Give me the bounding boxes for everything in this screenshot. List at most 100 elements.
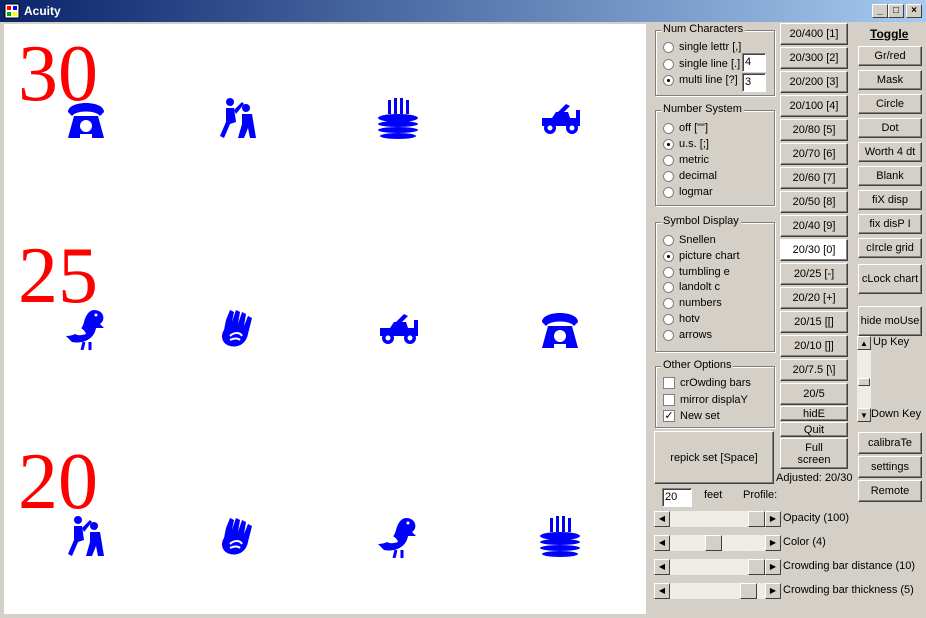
checkbox-2[interactable]: ✓ bbox=[663, 410, 675, 422]
toggle-button-6[interactable]: fiX disp bbox=[858, 190, 922, 210]
radio-single-line[interactable] bbox=[663, 59, 674, 70]
symbol-display-label-1: picture chart bbox=[679, 249, 740, 262]
slider-left-button-2[interactable]: ◀ bbox=[654, 559, 670, 575]
slider-thumb-3[interactable] bbox=[740, 583, 757, 599]
slider-right-button-0[interactable]: ▶ bbox=[765, 511, 781, 527]
row-label-20: 20 bbox=[18, 438, 98, 526]
slider-label-3: Crowding bar thickness (5) bbox=[783, 584, 914, 596]
symbol-display-label-6: arrows bbox=[679, 328, 713, 341]
repick-set-button[interactable]: repick set [Space] bbox=[654, 431, 774, 484]
symbol-display-label-5: hotv bbox=[679, 313, 700, 325]
symbol-display-radio-6[interactable] bbox=[663, 329, 674, 341]
symbol-display-radio-2[interactable] bbox=[663, 266, 674, 278]
calibrate-button[interactable]: calibraTe bbox=[858, 432, 922, 454]
maximize-button[interactable]: □ bbox=[888, 4, 904, 18]
key-scrollbar-thumb[interactable] bbox=[858, 378, 870, 386]
toggle-button-2[interactable]: Circle bbox=[858, 94, 922, 114]
slider-right-button-2[interactable]: ▶ bbox=[765, 559, 781, 575]
toggle-button-9[interactable]: cLock chart bbox=[858, 264, 922, 294]
symbol-display-radio-5[interactable] bbox=[663, 314, 674, 325]
toggle-button-7[interactable]: fix disP I bbox=[858, 214, 922, 234]
down-key-label: Down Key bbox=[871, 408, 922, 420]
acuity-button-2[interactable]: 20/200 [3] bbox=[780, 71, 848, 93]
close-button[interactable]: × bbox=[906, 4, 922, 18]
up-key-label: Up Key bbox=[873, 336, 910, 348]
multi-line-count-input[interactable]: 3 bbox=[742, 73, 766, 92]
number-system-radio-2[interactable] bbox=[663, 155, 674, 166]
telephone-icon bbox=[542, 313, 578, 348]
toggle-button-0[interactable]: Gr/red bbox=[858, 46, 922, 66]
acuity-button-8[interactable]: 20/40 [9] bbox=[780, 215, 848, 237]
acuity-button-6[interactable]: 20/60 [7] bbox=[780, 167, 848, 189]
scroll-up-button[interactable]: ▲ bbox=[857, 336, 871, 350]
symbol-display-title: Symbol Display bbox=[661, 215, 741, 227]
slider-left-button-0[interactable]: ◀ bbox=[654, 511, 670, 527]
acuity-button-10[interactable]: 20/25 [-] bbox=[780, 263, 848, 285]
symbol-display-label-4: numbers bbox=[679, 297, 722, 310]
slider-thumb-2[interactable] bbox=[748, 559, 765, 575]
number-system-radio-3[interactable] bbox=[663, 171, 674, 182]
distance-unit-label: feet bbox=[704, 489, 723, 501]
remote-button[interactable]: Remote bbox=[858, 480, 922, 502]
settings-button[interactable]: settings bbox=[858, 456, 922, 478]
acuity-button-5[interactable]: 20/70 [6] bbox=[780, 143, 848, 165]
row-label-25: 25 bbox=[18, 232, 98, 320]
bird-icon bbox=[376, 516, 418, 558]
acuity-button-0[interactable]: 20/400 [1] bbox=[780, 23, 848, 45]
radio-multi-line[interactable] bbox=[663, 75, 674, 86]
acuity-button-13[interactable]: 20/10 []] bbox=[780, 335, 848, 357]
distance-input[interactable]: 20 bbox=[662, 488, 692, 507]
number-system-radio-1[interactable] bbox=[663, 139, 674, 150]
symbol-display-radio-0[interactable] bbox=[663, 235, 674, 246]
toggle-button-8[interactable]: cIrcle grid bbox=[858, 238, 922, 258]
jeep-icon bbox=[542, 104, 580, 134]
acuity-button-4[interactable]: 20/80 [5] bbox=[780, 119, 848, 141]
acuity-button-12[interactable]: 20/15 [[] bbox=[780, 311, 848, 333]
toggle-button-4[interactable]: Worth 4 dt bbox=[858, 142, 922, 162]
acuity-button-9[interactable]: 20/30 [0] bbox=[780, 239, 848, 261]
number-system-radio-4[interactable] bbox=[663, 187, 674, 198]
quit-button[interactable]: Quit bbox=[780, 422, 848, 437]
slider-thumb-1[interactable] bbox=[705, 535, 722, 551]
toggle-button-3[interactable]: Dot bbox=[858, 118, 922, 138]
jeep-icon bbox=[380, 314, 418, 344]
acuity-button-15[interactable]: 20/5 bbox=[780, 383, 848, 405]
toggle-title: Toggle bbox=[870, 27, 909, 41]
acuity-button-7[interactable]: 20/50 [8] bbox=[780, 191, 848, 213]
window-title: Acuity bbox=[24, 4, 61, 18]
symbol-display-radio-1[interactable] bbox=[663, 250, 674, 262]
acuity-chart: 30 25 20 bbox=[4, 24, 646, 614]
title-bar bbox=[0, 0, 926, 22]
single-line-count-input[interactable]: 4 bbox=[742, 53, 766, 72]
symbol-display-label-0: Snellen bbox=[679, 234, 716, 246]
acuity-button-3[interactable]: 20/100 [4] bbox=[780, 95, 848, 117]
symbol-display-label-3: landolt c bbox=[679, 281, 720, 294]
slider-thumb-0[interactable] bbox=[748, 511, 765, 527]
radio-single-letter[interactable] bbox=[663, 42, 674, 53]
scroll-down-button[interactable]: ▼ bbox=[857, 408, 871, 422]
slider-right-button-3[interactable]: ▶ bbox=[765, 583, 781, 599]
slider-left-button-1[interactable]: ◀ bbox=[654, 535, 670, 551]
slider-track-3[interactable] bbox=[654, 583, 781, 599]
acuity-button-14[interactable]: 20/7.5 [\] bbox=[780, 359, 848, 381]
number-system-title: Number System bbox=[661, 103, 744, 115]
toggle-button-1[interactable]: Mask bbox=[858, 70, 922, 90]
hide-button[interactable]: hidE bbox=[780, 406, 848, 421]
number-system-label-2: metric bbox=[679, 154, 709, 166]
acuity-button-11[interactable]: 20/20 [+] bbox=[780, 287, 848, 309]
full-screen-button[interactable]: Full screen bbox=[780, 438, 848, 469]
slider-left-button-3[interactable]: ◀ bbox=[654, 583, 670, 599]
checkbox-1[interactable] bbox=[663, 393, 675, 406]
acuity-button-1[interactable]: 20/300 [2] bbox=[780, 47, 848, 69]
hand-icon bbox=[221, 517, 253, 556]
toggle-button-10[interactable]: hide moUse bbox=[858, 306, 922, 336]
toggle-button-5[interactable]: Blank bbox=[858, 166, 922, 186]
bird-icon bbox=[64, 308, 106, 350]
number-system-radio-0[interactable] bbox=[663, 123, 674, 134]
minimize-button[interactable]: _ bbox=[872, 4, 888, 18]
num-characters-title: Num Characters bbox=[661, 23, 746, 35]
dancers-icon bbox=[220, 98, 256, 138]
checkbox-0[interactable] bbox=[663, 377, 675, 389]
slider-right-button-1[interactable]: ▶ bbox=[765, 535, 781, 551]
other-options-title: Other Options bbox=[661, 359, 734, 371]
